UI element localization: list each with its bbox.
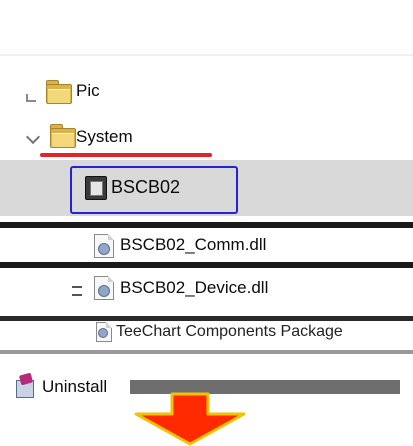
application-icon — [85, 176, 107, 200]
tree-item-comm-dll[interactable]: BSCB02_Comm.dll — [0, 228, 413, 262]
dll-file-icon — [94, 234, 114, 258]
tree-item-device-dll[interactable]: BSCB02_Device.dll — [0, 270, 413, 308]
red-underline-annotation — [40, 153, 212, 157]
tree-item-label: Pic — [76, 81, 100, 100]
top-divider — [0, 54, 413, 56]
tree-collapse-icon — [25, 129, 41, 145]
tree-item-teechart-package[interactable]: TeeChart Components Package — [0, 316, 413, 346]
tree-item-pic[interactable]: Pic — [0, 76, 413, 106]
down-arrow-annotation — [134, 392, 246, 446]
tree-item-label: System — [76, 127, 133, 146]
row-divider — [0, 350, 413, 354]
tree-item-label: Uninstall — [42, 377, 108, 396]
folder-icon — [46, 80, 72, 104]
tree-item-label: BSCB02_Device.dll — [120, 278, 269, 297]
row-divider — [0, 316, 413, 321]
tree-item-label: TeeChart Components Package — [116, 323, 343, 340]
tree-item-system[interactable]: System — [0, 120, 413, 157]
tree-line-icon — [72, 286, 82, 296]
dll-file-icon — [94, 276, 114, 300]
tree-item-label: BSCB02 — [111, 177, 181, 197]
package-file-icon — [96, 322, 112, 342]
tree-item-label: BSCB02_Comm.dll — [120, 235, 267, 254]
tree-item-bscb02[interactable]: BSCB02 — [0, 160, 413, 216]
uninstall-icon — [14, 372, 36, 398]
folder-icon — [50, 124, 76, 148]
row-divider — [0, 262, 413, 268]
tree-expander-icon — [26, 94, 36, 102]
